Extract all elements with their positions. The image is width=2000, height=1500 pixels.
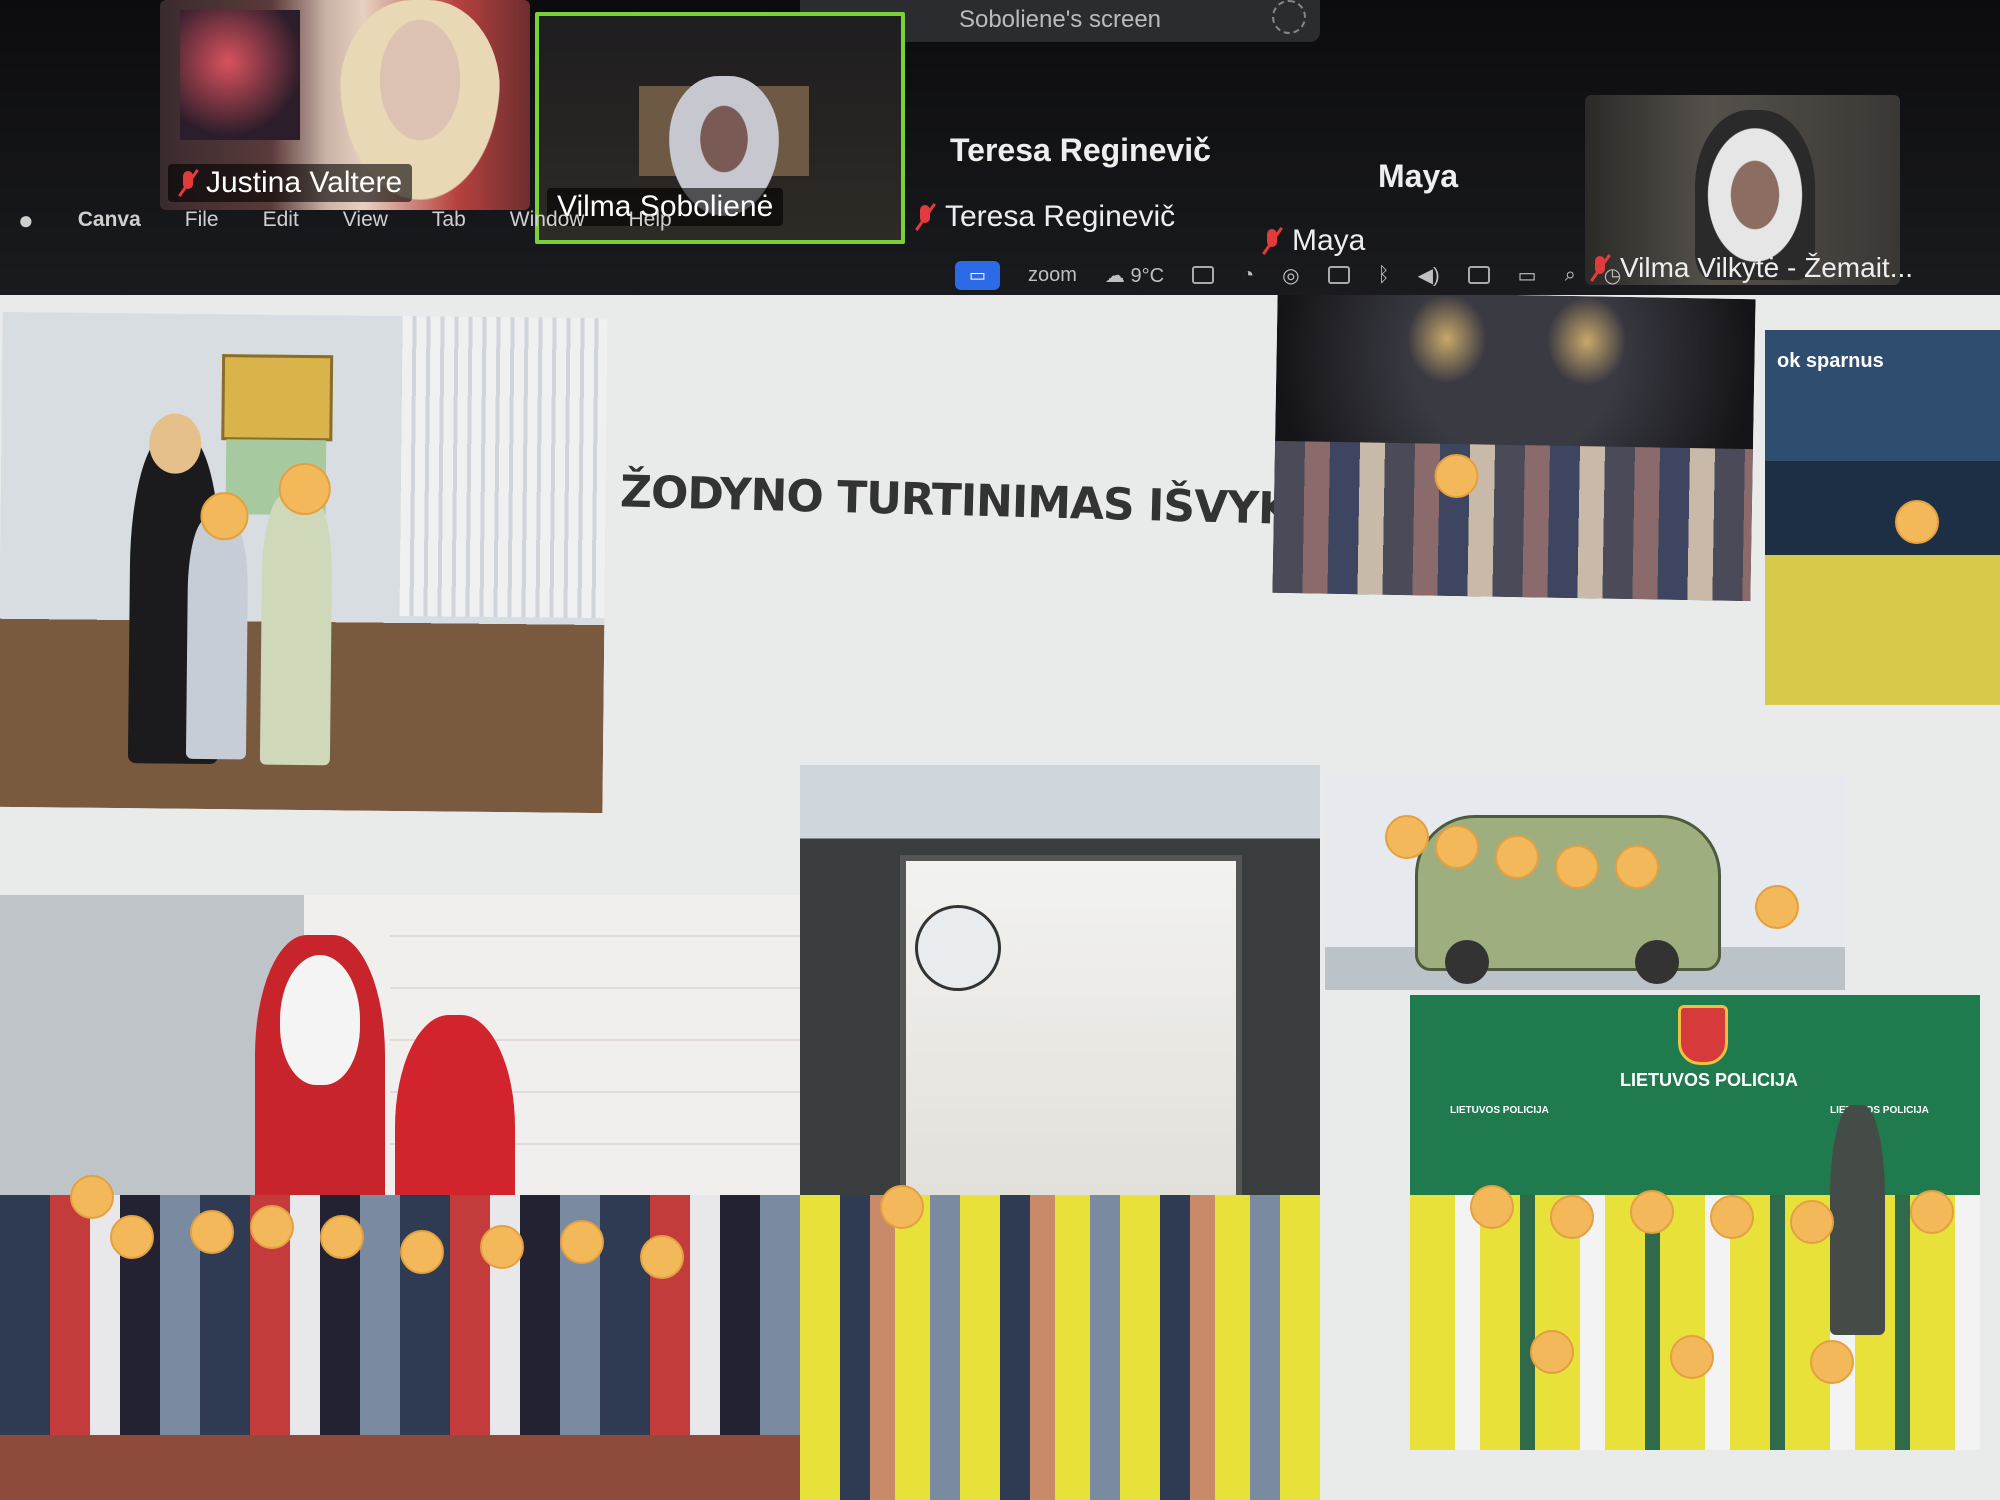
blurred-face bbox=[1710, 1195, 1754, 1239]
menu-item-window[interactable]: Window bbox=[510, 208, 585, 232]
weather-status[interactable]: ☁ 9°C bbox=[1105, 263, 1164, 288]
shared-slide: ŽODYNO TURTINIMAS IŠVYKŲ METU ok sparnus bbox=[0, 295, 2000, 1500]
wall-art bbox=[180, 10, 300, 140]
blurred-face bbox=[1755, 885, 1799, 929]
photo-police-visit: LIETUVOS POLICIJA LIETUVOS POLICIJA LIET… bbox=[1410, 995, 1980, 1450]
police-banner-title: LIETUVOS POLICIJA bbox=[1620, 1070, 1799, 1090]
stage-light bbox=[1546, 295, 1628, 387]
eagle-emblem bbox=[915, 905, 1001, 991]
museum-banner-text: ok sparnus bbox=[1777, 350, 1884, 372]
participant-tile-maya-name[interactable]: Maya bbox=[1378, 158, 1458, 195]
zoom-share-icon[interactable]: ▭ bbox=[955, 260, 1001, 290]
participant-name-label: Maya bbox=[1262, 224, 1365, 258]
van-wheel bbox=[1635, 940, 1679, 984]
blurred-face bbox=[320, 1215, 364, 1259]
macos-status-bar: ▭ zoom ☁ 9°C ◔ ◎ ᛒ ◀) ▭ ⌕ ◷ bbox=[955, 255, 2000, 295]
menu-app-name[interactable]: Canva bbox=[78, 208, 141, 232]
blurred-face bbox=[1435, 825, 1479, 869]
screen-share-label: Soboliene's screen bbox=[958, 6, 1162, 33]
blurred-face bbox=[1790, 1200, 1834, 1244]
santa-beard bbox=[280, 955, 360, 1085]
children-in-vests bbox=[800, 1195, 1320, 1500]
menu-item-file[interactable]: File bbox=[185, 208, 219, 232]
blurred-face bbox=[880, 1185, 924, 1229]
blurred-face bbox=[1910, 1190, 1954, 1234]
wall-poster bbox=[221, 354, 334, 442]
menu-item-help[interactable]: Help bbox=[628, 208, 671, 232]
keyboard-icon[interactable] bbox=[1467, 266, 1490, 284]
audience-children bbox=[1272, 440, 1753, 602]
blurred-face bbox=[278, 462, 332, 516]
blurred-face bbox=[1550, 1195, 1594, 1239]
child-figure bbox=[185, 518, 249, 760]
blurred-face bbox=[70, 1175, 114, 1219]
zoom-participant-strip: Soboliene's screen Justina Valtere Vilma… bbox=[0, 0, 2000, 300]
blurred-face bbox=[1555, 845, 1599, 889]
blurred-face bbox=[200, 491, 249, 541]
blurred-face bbox=[1470, 1185, 1514, 1229]
slide-title: ŽODYNO TURTINIMAS IŠVYKŲ METU bbox=[619, 466, 1477, 540]
menu-item-edit[interactable]: Edit bbox=[263, 208, 299, 232]
display-icon[interactable] bbox=[1192, 266, 1215, 284]
apple-icon[interactable]: ● bbox=[18, 205, 34, 236]
bluetooth-icon[interactable]: ᛒ bbox=[1378, 264, 1390, 287]
blurred-face bbox=[190, 1210, 234, 1254]
share-options-icon[interactable] bbox=[1272, 0, 1306, 34]
blurred-face bbox=[1670, 1335, 1714, 1379]
search-icon[interactable]: ⌕ bbox=[1565, 264, 1576, 287]
blurred-face bbox=[1630, 1190, 1674, 1234]
wifi-icon[interactable]: ◔ bbox=[1242, 264, 1254, 287]
blurred-face bbox=[640, 1235, 684, 1279]
clock-icon[interactable]: ◷ bbox=[1604, 263, 1621, 288]
carpet bbox=[0, 1435, 800, 1500]
volume-icon[interactable]: ◀) bbox=[1418, 263, 1440, 288]
photo-nature-museum bbox=[800, 765, 1320, 1500]
participant-tile-teresa-name[interactable]: Teresa Reginevič bbox=[950, 132, 1211, 169]
battery-icon[interactable]: ▭ bbox=[1518, 263, 1537, 288]
blurred-face bbox=[480, 1225, 524, 1269]
photo-van-display bbox=[1325, 775, 1845, 990]
blurred-face bbox=[1615, 845, 1659, 889]
police-emblem-icon bbox=[1678, 1005, 1728, 1065]
child-figure bbox=[259, 494, 333, 766]
blurred-face bbox=[400, 1230, 444, 1274]
macos-menu-bar: ● Canva File Edit View Tab Window Help bbox=[0, 195, 1018, 245]
blurred-face bbox=[1530, 1330, 1574, 1374]
blurred-face bbox=[250, 1205, 294, 1249]
photo-santa-visit bbox=[0, 895, 800, 1500]
blurred-face bbox=[560, 1220, 604, 1264]
blurred-face bbox=[1495, 835, 1539, 879]
control-center-icon[interactable]: ◎ bbox=[1282, 263, 1299, 288]
screen-mirror-icon[interactable] bbox=[1327, 266, 1350, 284]
mic-muted-icon bbox=[1262, 227, 1282, 255]
photo-museum-wing: ok sparnus bbox=[1765, 330, 2000, 705]
window-curtain bbox=[399, 316, 608, 619]
stage-light bbox=[1406, 295, 1488, 385]
photo-award-ceremony bbox=[0, 311, 608, 814]
menu-item-tab[interactable]: Tab bbox=[432, 208, 466, 232]
blurred-face bbox=[110, 1215, 154, 1259]
museum-background bbox=[1765, 330, 2000, 705]
police-banner-small: LIETUVOS POLICIJA bbox=[1450, 1105, 1549, 1116]
van-wheel bbox=[1445, 940, 1489, 984]
police-officer bbox=[1830, 1105, 1885, 1335]
menu-item-view[interactable]: View bbox=[343, 208, 388, 232]
children-in-vests bbox=[1410, 1195, 1980, 1450]
photo-theatre-visit bbox=[1272, 295, 1756, 602]
blurred-face bbox=[1385, 815, 1429, 859]
mic-muted-icon bbox=[178, 169, 198, 197]
participant-tile-justina[interactable]: Justina Valtere bbox=[160, 0, 530, 210]
zoom-status-label[interactable]: zoom bbox=[1028, 264, 1077, 287]
blurred-face bbox=[1810, 1340, 1854, 1384]
blurred-face bbox=[1895, 500, 1939, 544]
